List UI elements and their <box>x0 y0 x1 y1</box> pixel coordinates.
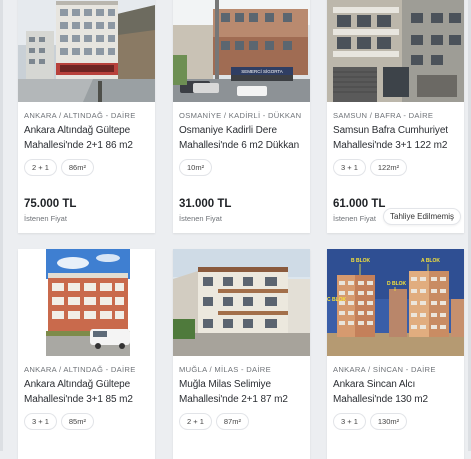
listing-features: 3 + 1 130m² <box>333 413 408 430</box>
building-photo-image <box>327 0 464 102</box>
apartment-blocks-photo-image: B BLOK A BLOK D BLOK C BLOK <box>327 249 464 356</box>
listing-photo[interactable] <box>173 249 310 356</box>
block-b-label: B BLOK <box>351 258 371 264</box>
room-count-chip: 3 + 1 <box>24 413 57 430</box>
listing-photo[interactable]: SEMERCİ SİGORTA <box>173 0 310 102</box>
listing-photo[interactable] <box>327 0 464 102</box>
room-count-chip: 3 + 1 <box>333 413 366 430</box>
listing-photo[interactable]: B BLOK A BLOK D BLOK C BLOK <box>327 249 464 356</box>
listing-card[interactable]: B BLOK A BLOK D BLOK C BLOK ANKARA / SİN… <box>327 249 464 459</box>
block-c-label: C BLOK <box>327 297 347 303</box>
listing-features: 10m² <box>179 159 213 176</box>
listing-title[interactable]: Muğla Milas Selimiye Mahallesi'nde 2+1 8… <box>179 378 310 407</box>
area-chip: 10m² <box>179 159 213 176</box>
area-chip: 87m² <box>215 413 249 430</box>
listing-card[interactable]: SEMERCİ SİGORTA OSMANİYE / KADİRLİ - DÜK… <box>173 0 310 233</box>
listing-location: ANKARA / ALTINDAĞ - DAİRE <box>24 111 136 120</box>
listing-location: MUĞLA / MİLAS - DAİRE <box>179 365 271 374</box>
room-count-chip: 2 + 1 <box>179 413 212 430</box>
listing-features: 3 + 1 85m² <box>24 413 94 430</box>
listing-location: SAMSUN / BAFRA - DAİRE <box>333 111 434 120</box>
listing-grid: ANKARA / ALTINDAĞ - DAİRE Ankara Altında… <box>0 0 471 459</box>
shop-sign-text: SEMERCİ SİGORTA <box>241 68 283 74</box>
apartment-photo-image <box>173 249 310 356</box>
eviction-status-badge[interactable]: Tahliye Edilmemiş <box>383 208 462 225</box>
listing-features: 2 + 1 87m² <box>179 413 249 430</box>
block-a-label: A BLOK <box>421 258 440 264</box>
listing-title[interactable]: Ankara Altındağ Gültepe Mahallesi'nde 2+… <box>24 124 155 153</box>
listing-card[interactable]: ANKARA / ALTINDAĞ - DAİRE Ankara Altında… <box>18 0 155 233</box>
listing-title[interactable]: Ankara Altındağ Gültepe Mahallesi'nde 3+… <box>24 378 155 407</box>
listing-card[interactable]: MUĞLA / MİLAS - DAİRE Muğla Milas Selimi… <box>173 249 310 459</box>
listing-title[interactable]: Ankara Sincan Alcı Mahallesi'nde 130 m2 <box>333 378 464 407</box>
apartment-photo-image <box>18 0 155 102</box>
area-chip: 85m² <box>60 413 94 430</box>
listing-features: 2 + 1 86m² <box>24 159 94 176</box>
listing-features: 3 + 1 122m² <box>333 159 408 176</box>
block-d-label: D BLOK <box>387 281 407 287</box>
listing-location: OSMANİYE / KADİRLİ - DÜKKAN <box>179 111 302 120</box>
listing-title[interactable]: Samsun Bafra Cumhuriyet Mahallesi'nde 3+… <box>333 124 464 153</box>
price-label: İstenen Fiyat <box>333 214 376 223</box>
listing-title[interactable]: Osmaniye Kadirli Dere Mahallesi'nde 6 m2… <box>179 124 310 153</box>
listing-card[interactable]: ANKARA / ALTINDAĞ - DAİRE Ankara Altında… <box>18 249 155 459</box>
area-chip: 130m² <box>369 413 408 430</box>
listing-photo[interactable] <box>18 249 155 356</box>
area-chip: 86m² <box>60 159 94 176</box>
shop-street-photo-image: SEMERCİ SİGORTA <box>173 0 310 102</box>
listing-price: 75.000 TL <box>24 198 77 210</box>
price-label: İstenen Fiyat <box>179 214 222 223</box>
area-chip: 122m² <box>369 159 408 176</box>
listing-price: 31.000 TL <box>179 198 232 210</box>
listing-photo[interactable] <box>18 0 155 102</box>
room-count-chip: 2 + 1 <box>24 159 57 176</box>
listing-card[interactable]: SAMSUN / BAFRA - DAİRE Samsun Bafra Cumh… <box>327 0 464 233</box>
apartment-photo-image <box>18 249 155 356</box>
listing-price: 61.000 TL <box>333 198 386 210</box>
left-edge-divider <box>0 0 3 451</box>
listing-location: ANKARA / ALTINDAĞ - DAİRE <box>24 365 136 374</box>
listing-location: ANKARA / SİNCAN - DAİRE <box>333 365 436 374</box>
room-count-chip: 3 + 1 <box>333 159 366 176</box>
price-label: İstenen Fiyat <box>24 214 67 223</box>
